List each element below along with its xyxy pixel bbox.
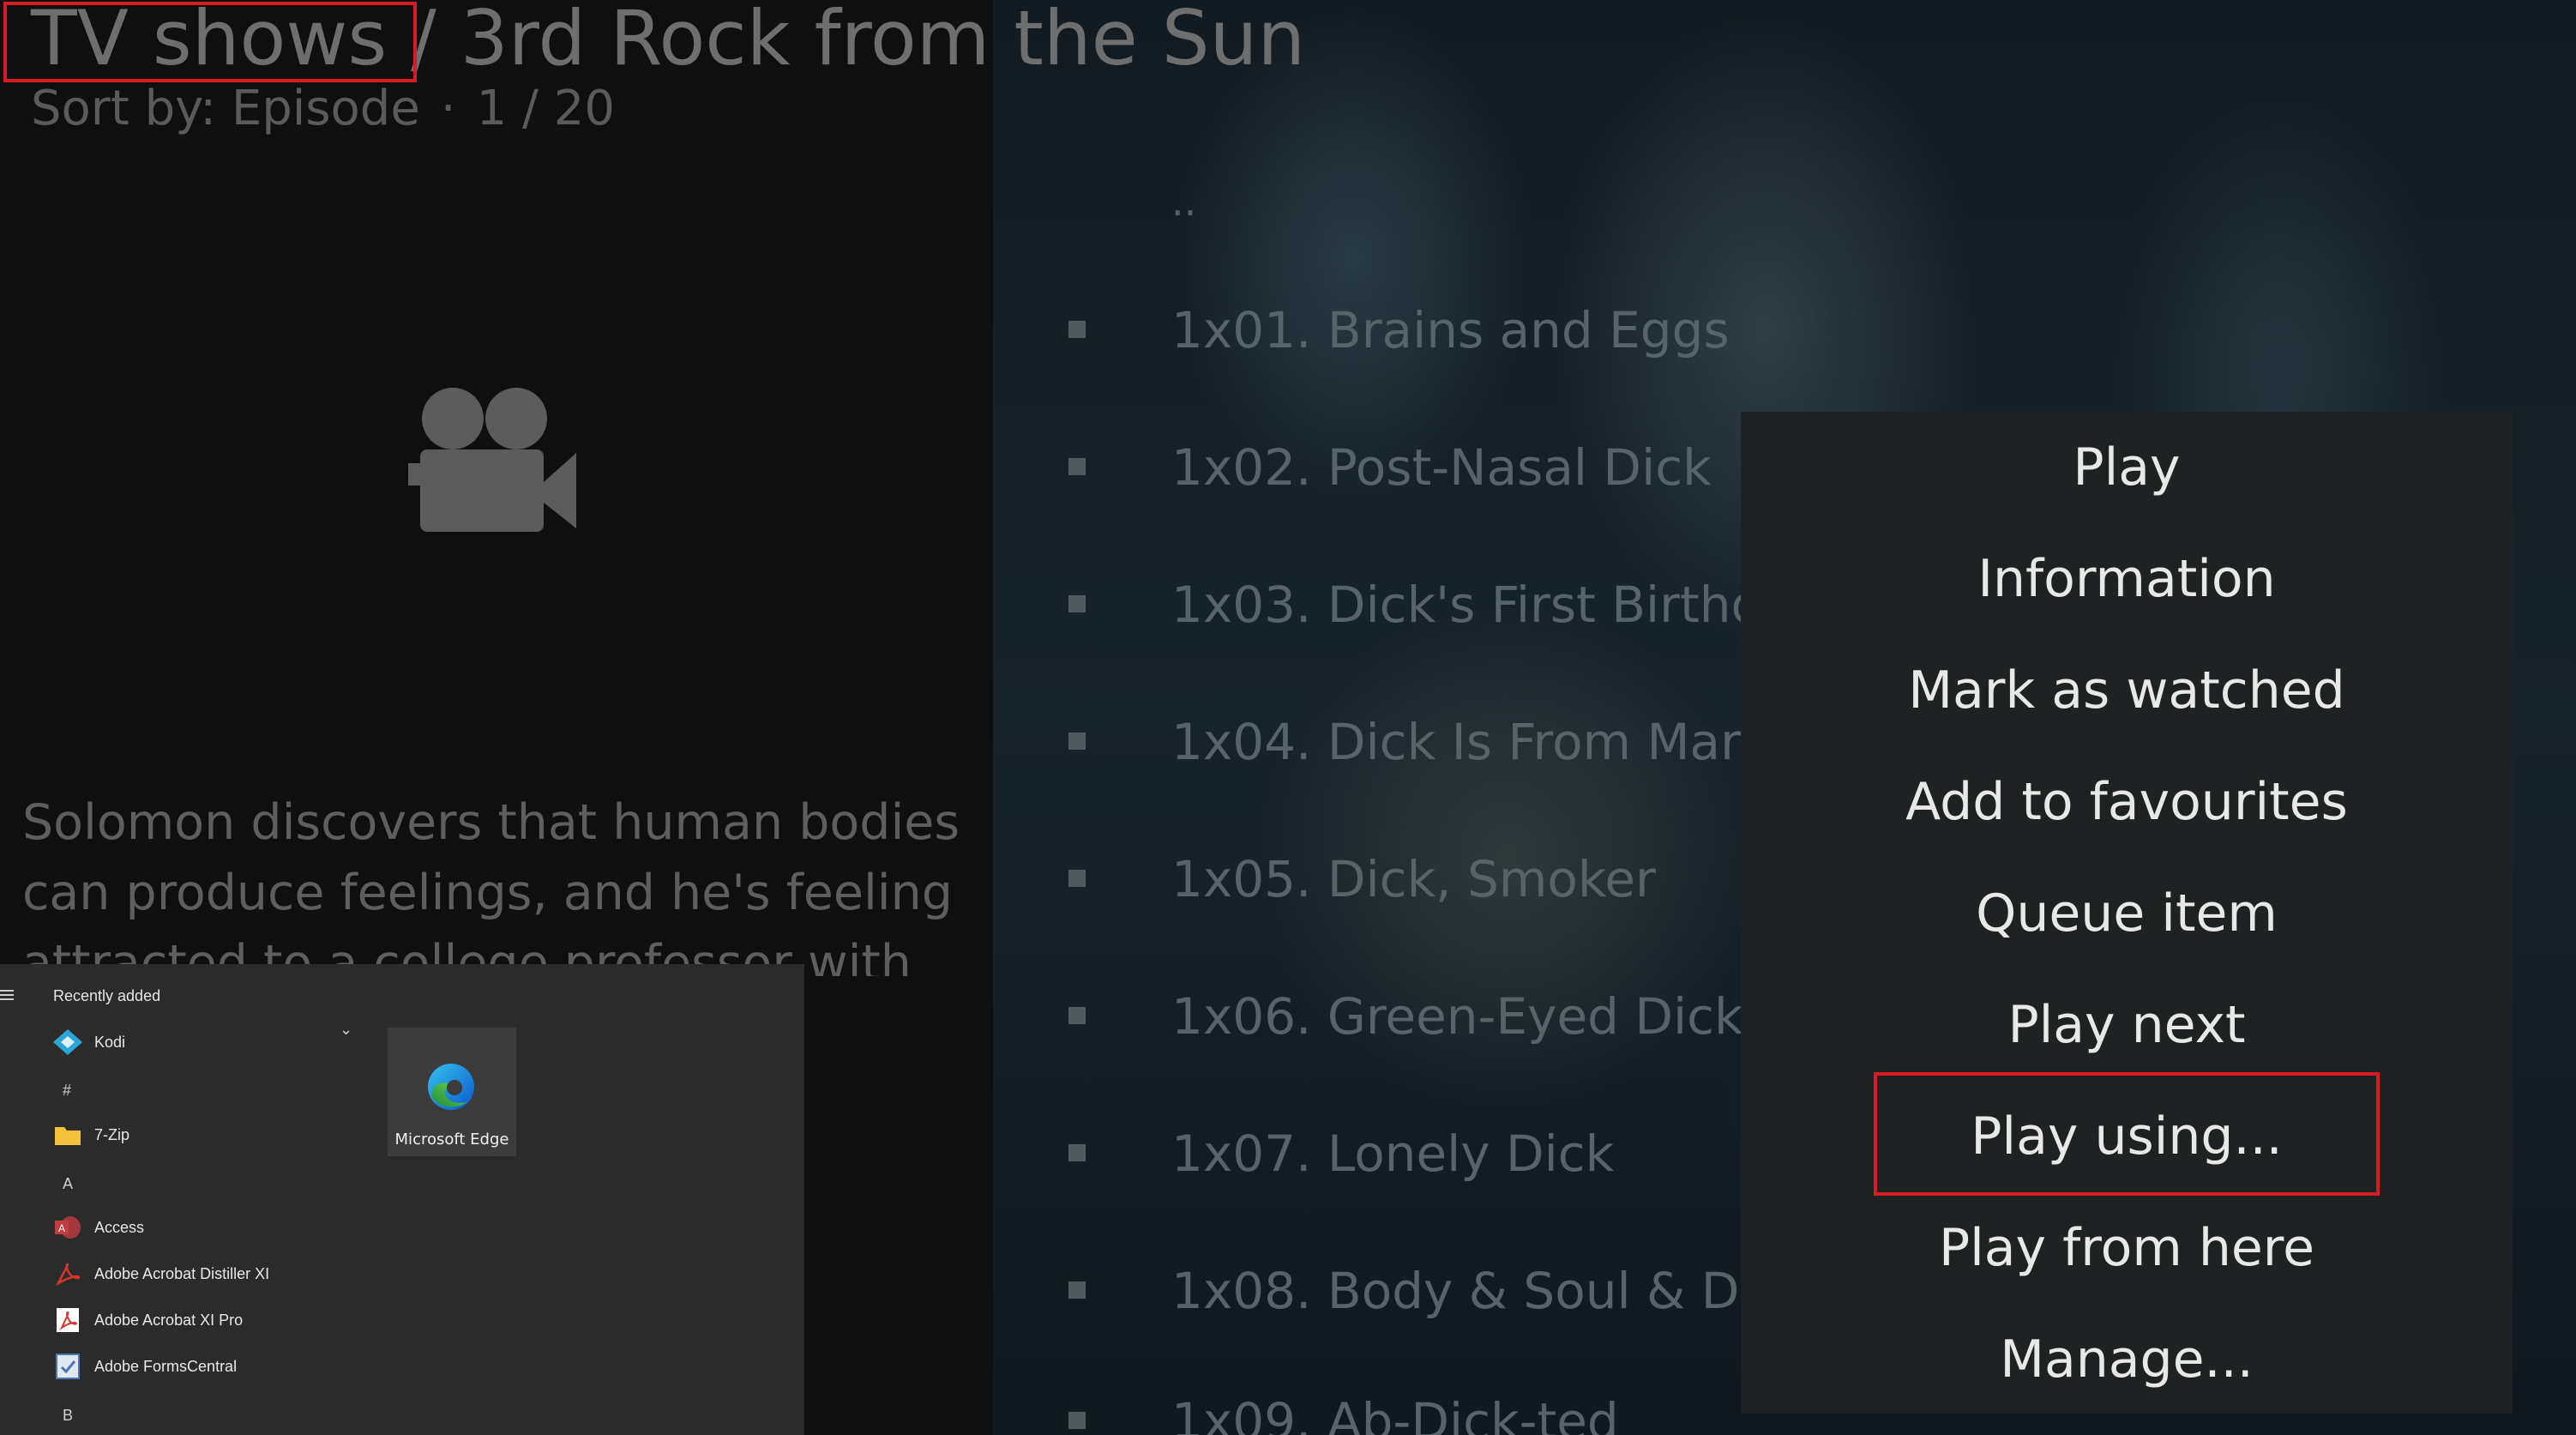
episode-label: 1x07. Lonely Dick xyxy=(1171,1124,1615,1183)
app-label: 7-Zip xyxy=(94,1126,130,1143)
unwatched-dot-icon xyxy=(1068,1412,1086,1429)
section-label: Recently added xyxy=(53,987,161,1004)
episode-label: 1x03. Dick's First Birthday xyxy=(1171,576,1741,634)
chevron-down-icon[interactable]: ⌄ xyxy=(340,1021,352,1039)
unwatched-dot-icon xyxy=(1068,595,1086,612)
separator: · xyxy=(440,81,456,136)
episode-label: 1x02. Post-Nasal Dick xyxy=(1171,438,1712,497)
app-item-forms-central[interactable]: Adobe FormsCentral xyxy=(50,1350,376,1384)
unwatched-dot-icon xyxy=(1068,458,1086,475)
video-camera-icon xyxy=(408,388,576,532)
menu-item-play-next[interactable]: Play next xyxy=(1741,969,2513,1081)
pinned-tile-edge[interactable]: Microsoft Edge xyxy=(388,1028,516,1156)
access-icon: A xyxy=(55,1216,81,1239)
episode-label: 1x08. Body & Soul & Dick xyxy=(1171,1262,1741,1320)
unwatched-dot-icon xyxy=(1068,1144,1086,1161)
annotation-highlight-play-using xyxy=(1874,1072,2380,1196)
app-label: Adobe Acrobat Distiller XI xyxy=(94,1265,270,1282)
forms-central-icon xyxy=(56,1354,80,1379)
item-position: 1 / 20 xyxy=(476,81,615,136)
edge-icon xyxy=(428,1064,474,1110)
app-label: Access xyxy=(94,1219,145,1236)
sort-info: Sort by: Episode · 1 / 20 xyxy=(31,81,615,136)
menu-item-mark-watched[interactable]: Mark as watched xyxy=(1741,635,2513,746)
kodi-icon xyxy=(53,1029,82,1055)
acrobat-distiller-icon xyxy=(56,1263,81,1287)
app-label: Kodi xyxy=(94,1034,126,1051)
annotation-highlight-title xyxy=(3,2,417,82)
unwatched-dot-icon xyxy=(1068,733,1086,750)
unwatched-dot-icon xyxy=(1068,1007,1086,1024)
app-item-7zip[interactable]: 7-Zip xyxy=(50,1118,376,1153)
app-label: Adobe Acrobat XI Pro xyxy=(94,1311,244,1329)
unwatched-dot-icon xyxy=(1068,321,1086,338)
letter-header[interactable]: # xyxy=(63,1082,71,1100)
episode-label: 1x05. Dick, Smoker xyxy=(1171,850,1656,908)
tile-label: Microsoft Edge xyxy=(394,1131,509,1149)
menu-item-queue[interactable]: Queue item xyxy=(1741,858,2513,969)
episode-list: .. 1x01. Brains and Eggs 1x02. Post-Nasa… xyxy=(1063,0,1766,1435)
episode-label: 1x06. Green-Eyed Dick xyxy=(1171,987,1741,1046)
app-item-acrobat-distiller[interactable]: Adobe Acrobat Distiller XI xyxy=(50,1257,376,1292)
hamburger-menu-icon[interactable] xyxy=(0,990,15,1004)
app-label: Adobe FormsCentral xyxy=(94,1358,238,1375)
app-item-access[interactable]: A Access xyxy=(50,1211,376,1245)
svg-text:A: A xyxy=(58,1222,65,1234)
letter-header[interactable]: B xyxy=(63,1407,73,1425)
folder-icon xyxy=(55,1127,81,1145)
unwatched-dot-icon xyxy=(1068,870,1086,887)
app-item-kodi[interactable]: Kodi xyxy=(50,1026,376,1060)
menu-item-play-from-here[interactable]: Play from here xyxy=(1741,1192,2513,1304)
episode-label: .. xyxy=(1171,178,1197,225)
menu-item-manage[interactable]: Manage... xyxy=(1741,1304,2513,1415)
menu-item-play[interactable]: Play xyxy=(1741,412,2513,523)
episode-label: 1x04. Dick Is From Mars, Sally Is From V… xyxy=(1171,713,1741,771)
letter-header[interactable]: A xyxy=(63,1175,73,1193)
plot-summary: Solomon discovers that human bodies can … xyxy=(22,794,960,976)
sort-label[interactable]: Sort by: Episode xyxy=(31,81,420,136)
unwatched-dot-icon xyxy=(1068,1281,1086,1299)
acrobat-pro-icon xyxy=(57,1308,79,1332)
episode-label: 1x01. Brains and Eggs xyxy=(1171,301,1730,359)
app-item-acrobat-pro[interactable]: Adobe Acrobat XI Pro xyxy=(50,1304,376,1338)
menu-item-information[interactable]: Information xyxy=(1741,523,2513,635)
context-menu: Play Information Mark as watched Add to … xyxy=(1741,412,2513,1414)
episode-label: 1x09. Ab-Dick-ted xyxy=(1171,1392,1619,1435)
menu-item-add-favourites[interactable]: Add to favourites xyxy=(1741,746,2513,858)
